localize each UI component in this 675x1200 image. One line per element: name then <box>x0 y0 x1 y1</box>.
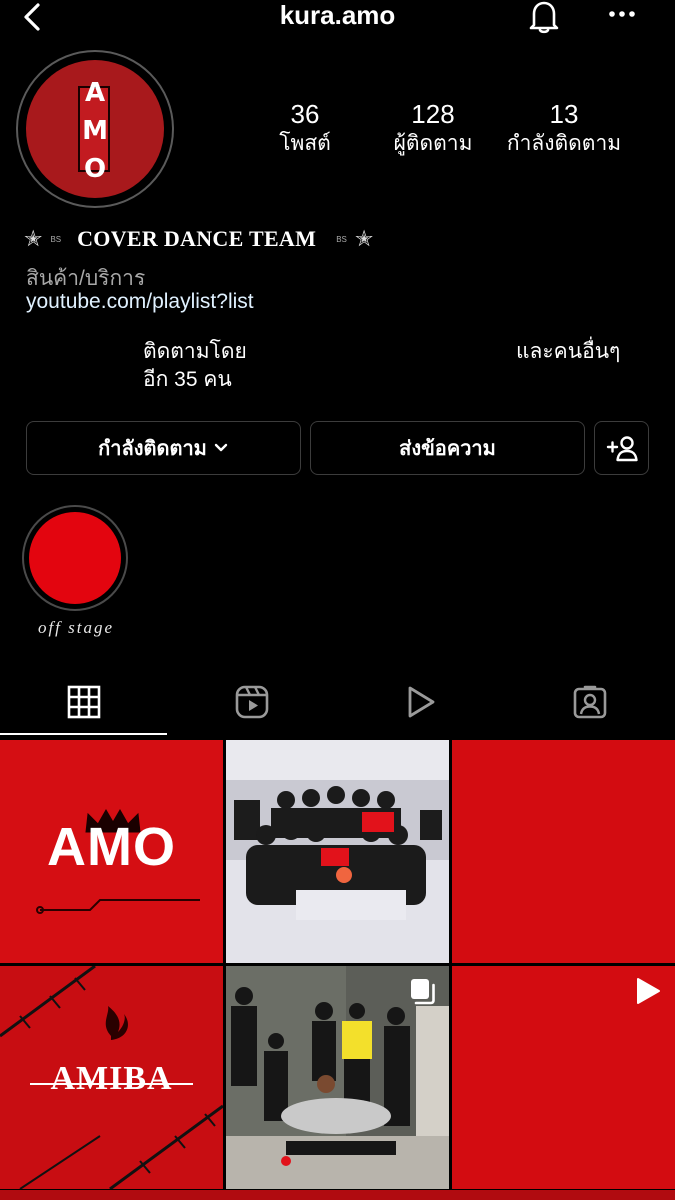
post-tile[interactable] <box>452 966 675 1189</box>
stat-value: 128 <box>411 99 455 129</box>
more-horizontal-icon[interactable] <box>604 4 640 24</box>
stat-value: 13 <box>549 99 579 129</box>
following-button-label: กำลังติดตาม <box>98 438 207 460</box>
bell-icon[interactable] <box>526 0 562 34</box>
tab-posts-grid[interactable] <box>0 670 167 734</box>
followed-by-others[interactable]: และคนอื่นๆ <box>516 338 620 366</box>
followed-by[interactable]: ติดตามโดย อีก 35 คน <box>143 338 247 394</box>
stat-label: ผู้ติดตาม <box>393 132 473 155</box>
message-button[interactable]: ส่งข้อความ <box>310 421 585 475</box>
message-button-label: ส่งข้อความ <box>399 438 496 460</box>
tagged-icon <box>573 685 606 719</box>
post-tile[interactable] <box>452 740 675 963</box>
carousel-icon <box>411 979 435 1005</box>
post-tile[interactable]: AMIBA <box>0 966 223 1189</box>
stat-followers[interactable]: 128 ผู้ติดตาม <box>378 98 488 158</box>
avatar[interactable]: AMO <box>26 60 164 198</box>
stat-label: โพสต์ <box>279 132 331 155</box>
post-tile[interactable] <box>226 740 449 963</box>
bio-tag-right: BS <box>336 234 347 244</box>
chevron-left-icon[interactable] <box>18 2 48 32</box>
star-icon: ✭ <box>354 226 374 251</box>
bio-title: COVER DANCE TEAM <box>77 226 317 251</box>
bio-website-link[interactable]: youtube.com/playlist?list <box>26 290 254 314</box>
post-tile[interactable]: AMO <box>0 740 223 963</box>
reels-icon <box>235 685 268 719</box>
active-tab-indicator <box>0 733 167 735</box>
profile-username: kura.amo <box>279 0 396 30</box>
stat-value: 36 <box>290 99 320 129</box>
post-logo-text: AMIBA <box>50 1060 173 1097</box>
post-tile[interactable] <box>226 966 449 1189</box>
group-photo <box>226 740 449 963</box>
followed-by-line2: อีก 35 คน <box>143 368 232 391</box>
following-button[interactable]: กำลังติดตาม <box>26 421 301 475</box>
post-row-partial <box>0 1190 675 1200</box>
decor-line <box>36 899 200 914</box>
add-user-icon <box>606 436 638 462</box>
post-logo-text: AMO <box>47 817 176 877</box>
tab-videos[interactable] <box>336 670 503 734</box>
add-user-button[interactable] <box>594 421 649 475</box>
stat-posts[interactable]: 36 โพสต์ <box>250 98 360 158</box>
stat-label: กำลังติดตาม <box>506 132 622 155</box>
highlight-cover[interactable] <box>29 512 121 604</box>
star-icon: ✭ <box>24 226 43 251</box>
grid-icon <box>67 685 100 719</box>
bio-tag-left: BS <box>50 234 62 244</box>
bio-name: ✭ BS COVER DANCE TEAM BS ✭ <box>24 224 373 254</box>
stat-following[interactable]: 13 กำลังติดตาม <box>500 98 628 158</box>
highlight-label: off stage <box>37 618 115 637</box>
avatar-logo-text: AMO <box>82 78 108 184</box>
tab-tagged[interactable] <box>506 670 673 734</box>
tab-reels[interactable] <box>168 670 335 734</box>
chevron-down-icon <box>214 443 228 452</box>
followed-by-line1: ติดตามโดย <box>143 340 247 363</box>
video-indicator-icon <box>637 978 660 1004</box>
play-icon <box>408 686 434 718</box>
